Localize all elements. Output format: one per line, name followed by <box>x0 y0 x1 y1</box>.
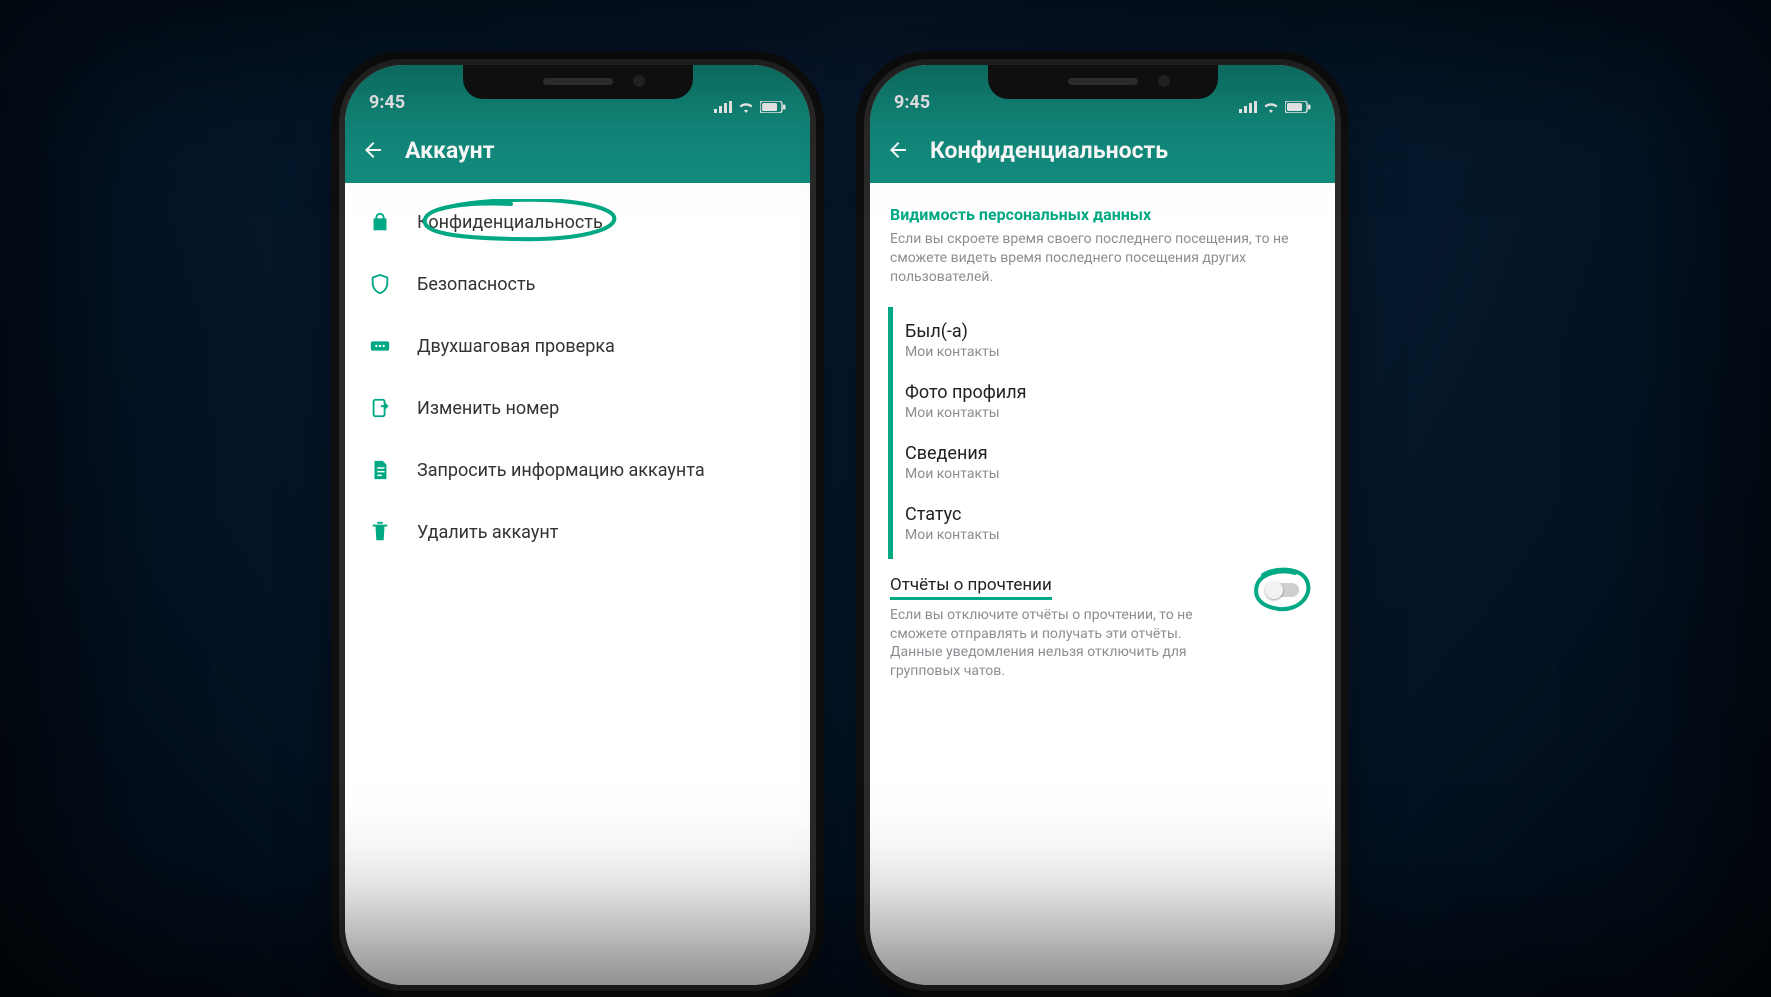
privacy-row-sub: Мои контакты <box>905 344 1309 360</box>
privacy-row-title: Был(-а) <box>905 321 1309 342</box>
phone-notch <box>463 65 693 99</box>
account-row-request-info[interactable]: Запросить информацию аккаунта <box>345 439 810 501</box>
privacy-row-about[interactable]: Сведения Мои контакты <box>893 433 1317 494</box>
section-description: Если вы скроете время своего последнего … <box>870 230 1335 299</box>
status-icons <box>1239 101 1311 113</box>
privacy-row-profile-photo[interactable]: Фото профиля Мои контакты <box>893 372 1317 433</box>
account-row-label: Удалить аккаунт <box>417 522 558 543</box>
battery-icon <box>760 101 786 113</box>
phone-account: 9:45 Аккаунт Конфиденциальность <box>345 65 810 985</box>
sim-swap-icon <box>367 395 393 421</box>
signal-icon <box>1239 101 1257 113</box>
annotation-circle-toggle <box>1251 567 1313 613</box>
section-title: Видимость персональных данных <box>870 191 1335 230</box>
read-receipts-row[interactable]: Отчёты о прочтении Если вы отключите отч… <box>870 573 1335 690</box>
privacy-row-title: Статус <box>905 504 1309 525</box>
privacy-group-annotation: Был(-а) Мои контакты Фото профиля Мои ко… <box>888 307 1317 559</box>
read-receipts-title: Отчёты о прочтении <box>890 575 1052 600</box>
back-button[interactable] <box>361 138 385 162</box>
page-title: Аккаунт <box>405 137 494 164</box>
wifi-icon <box>738 101 754 113</box>
privacy-row-title: Фото профиля <box>905 382 1309 403</box>
privacy-row-last-seen[interactable]: Был(-а) Мои контакты <box>893 311 1317 372</box>
dots-icon <box>367 333 393 359</box>
read-receipts-description: Если вы отключите отчёты о прочтении, то… <box>890 606 1210 682</box>
signal-icon <box>714 101 732 113</box>
account-row-two-step[interactable]: Двухшаговая проверка <box>345 315 810 377</box>
privacy-row-sub: Мои контакты <box>905 405 1309 421</box>
account-row-label: Двухшаговая проверка <box>417 336 615 357</box>
page-title: Конфиденциальность <box>930 137 1168 164</box>
privacy-row-sub: Мои контакты <box>905 527 1309 543</box>
privacy-row-status[interactable]: Статус Мои контакты <box>893 494 1317 555</box>
privacy-row-title: Сведения <box>905 443 1309 464</box>
account-row-delete[interactable]: Удалить аккаунт <box>345 501 810 563</box>
trash-icon <box>367 519 393 545</box>
shield-icon <box>367 271 393 297</box>
privacy-content: Видимость персональных данных Если вы ск… <box>870 183 1335 985</box>
back-button[interactable] <box>886 138 910 162</box>
app-bar: Конфиденциальность <box>870 117 1335 183</box>
account-row-security[interactable]: Безопасность <box>345 253 810 315</box>
account-row-label: Безопасность <box>417 274 535 295</box>
privacy-row-sub: Мои контакты <box>905 466 1309 482</box>
status-icons <box>714 101 786 113</box>
account-row-change-number[interactable]: Изменить номер <box>345 377 810 439</box>
read-receipts-toggle[interactable] <box>1265 581 1299 599</box>
account-content: Конфиденциальность Безопасность Двухшаго… <box>345 183 810 985</box>
status-time: 9:45 <box>894 92 930 113</box>
document-icon <box>367 457 393 483</box>
app-bar: Аккаунт <box>345 117 810 183</box>
lock-icon <box>367 209 393 235</box>
account-row-label: Конфиденциальность <box>417 212 603 233</box>
phone-notch <box>988 65 1218 99</box>
account-row-label: Изменить номер <box>417 398 559 419</box>
battery-icon <box>1285 101 1311 113</box>
wifi-icon <box>1263 101 1279 113</box>
phone-privacy: 9:45 Конфиденциальность Видимость персон… <box>870 65 1335 985</box>
account-row-label: Запросить информацию аккаунта <box>417 460 705 481</box>
account-row-privacy[interactable]: Конфиденциальность <box>345 191 810 253</box>
status-time: 9:45 <box>369 92 405 113</box>
